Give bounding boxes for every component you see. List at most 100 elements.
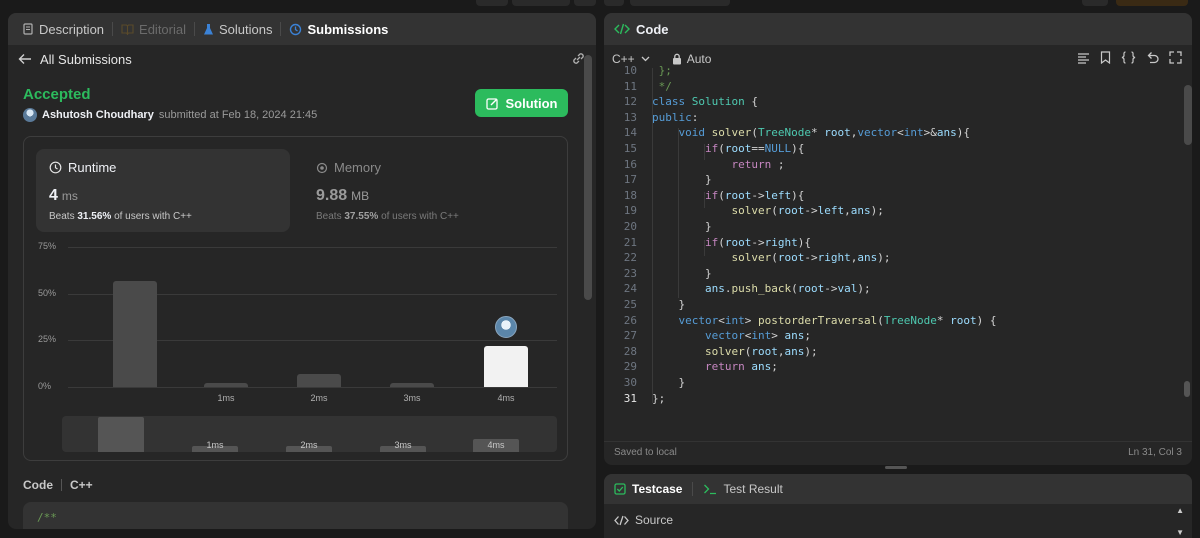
nav-button[interactable] [476, 0, 508, 6]
nav-button[interactable] [630, 0, 730, 6]
code-line[interactable]: 22 solver(root->right,ans); [604, 251, 891, 267]
x-tick-label: 1ms [217, 393, 235, 403]
line-number: 29 [623, 360, 637, 374]
line-number: 20 [623, 220, 637, 233]
code-panel-title: Code [636, 21, 669, 37]
memory-beats: Beats 37.55% of users with C++ [316, 211, 459, 222]
code-line[interactable]: 31}; [604, 392, 666, 408]
panel-resize-handle[interactable] [885, 466, 907, 469]
gutter [637, 329, 652, 345]
tab-testcase[interactable]: Testcase [614, 482, 682, 496]
nav-button[interactable] [1082, 0, 1108, 6]
y-tick-label: 0% [38, 381, 52, 391]
runtime-beats: Beats 31.56% of users with C++ [49, 211, 192, 222]
code-line[interactable]: 25 } [604, 298, 685, 314]
performance-stats: Runtime 4 ms Beats 31.56% of users with C… [23, 136, 568, 461]
chart-bar[interactable] [484, 345, 528, 387]
code-line[interactable]: 20 } [604, 220, 712, 236]
tab-description[interactable]: Description [16, 22, 110, 37]
chart-bar[interactable] [390, 383, 434, 387]
nav-button[interactable] [574, 0, 596, 6]
editor-scrollbar[interactable] [1184, 85, 1192, 145]
code-line[interactable]: 17 } [604, 173, 712, 189]
runtime-value: 4 ms [49, 187, 78, 205]
gutter [637, 220, 652, 236]
tab-test-result[interactable]: Test Result [703, 482, 783, 496]
scroll-down-arrow[interactable]: ▼ [1176, 528, 1184, 537]
gutter [637, 95, 652, 111]
line-number: 25 [623, 298, 637, 311]
braces-icon[interactable] [1121, 51, 1136, 64]
back-arrow-icon[interactable] [18, 53, 32, 65]
memory-value: 9.88 MB [316, 187, 369, 205]
code-line[interactable]: 19 solver(root->left,ans); [604, 204, 884, 220]
cursor-position: Ln 31, Col 3 [1128, 447, 1182, 458]
bookmark-icon[interactable] [1100, 51, 1111, 64]
line-number: 21 [623, 235, 637, 249]
gutter [637, 158, 652, 174]
code-line[interactable]: 30 } [604, 376, 685, 392]
solutions-flask-icon [203, 23, 214, 36]
menu-icon[interactable] [1077, 51, 1090, 64]
code-line[interactable]: 12 class Solution { [604, 95, 758, 111]
code-line[interactable]: 21 if(root->right){ [604, 236, 811, 252]
nav-button[interactable] [604, 0, 624, 6]
code-line[interactable]: 28 solver(root,ans); [604, 345, 818, 361]
gutter [637, 204, 652, 220]
all-submissions-link[interactable]: All Submissions [40, 52, 132, 67]
tab-solutions[interactable]: Solutions [197, 22, 278, 37]
code-text: vector<int> postorderTraversal(TreeNode*… [678, 313, 997, 327]
code-text: return ; [731, 157, 785, 171]
indent-guide [704, 144, 705, 160]
code-editor[interactable]: 10 }; 11 */12 class Solution {13 public: 14 … [604, 64, 1192, 433]
clock-icon [49, 161, 62, 174]
runtime-card[interactable]: Runtime 4 ms Beats 31.56% of users with C… [36, 149, 290, 232]
memory-card[interactable]: Memory 9.88 MB Beats 37.55% of users with… [303, 149, 557, 232]
solution-button[interactable]: Solution [475, 89, 568, 117]
tab-testcase-label: Testcase [632, 482, 683, 496]
code-line[interactable]: 29 return ans; [604, 360, 778, 376]
top-nav-strip [0, 0, 1200, 12]
line-number: 12 [623, 95, 637, 109]
indent-guide [652, 68, 653, 403]
avatar[interactable] [23, 108, 37, 122]
tab-label: Description [39, 21, 105, 37]
code-line[interactable]: 26 vector<int> postorderTraversal(TreeNo… [604, 313, 997, 330]
description-icon [22, 23, 34, 35]
expand-icon[interactable] [1169, 51, 1182, 64]
code-text: vector<int> ans; [704, 329, 811, 343]
line-number: 13 [623, 110, 637, 124]
code-line[interactable]: 11 */ [604, 80, 672, 96]
chart-bar[interactable] [204, 383, 248, 387]
code-line[interactable]: 23 } [604, 267, 712, 283]
code-text: } [652, 173, 712, 187]
chart-range-selector[interactable]: 1ms 2ms 3ms 4ms [62, 416, 557, 452]
code-line[interactable]: 24 ans.push_back(root->val); [604, 282, 871, 298]
tab-submissions[interactable]: Submissions [283, 22, 394, 37]
code-text: if(root->left){ [704, 188, 805, 202]
auto-mode[interactable]: Auto [672, 52, 711, 66]
scroll-up-arrow[interactable]: ▲ [1176, 506, 1184, 515]
username-link[interactable]: Ashutosh Choudhary [42, 109, 154, 121]
submitted-time: submitted at Feb 18, 2024 21:45 [158, 109, 318, 121]
source-toggle[interactable]: Source [614, 513, 673, 527]
code-panel-header: Code [604, 13, 1192, 45]
runtime-number: 4 [49, 187, 58, 204]
premium-button[interactable] [1116, 0, 1188, 6]
code-line[interactable]: 27 vector<int> ans; [604, 329, 811, 345]
tab-label: Solutions [219, 21, 273, 37]
code-text: */ [652, 79, 672, 93]
code-line[interactable]: 16 return ; [604, 157, 785, 174]
tab-editorial[interactable]: Editorial [115, 22, 192, 37]
code-line[interactable]: 14 void solver(TreeNode* root,vector<int… [604, 126, 970, 142]
line-number: 30 [623, 376, 637, 389]
chart-bar[interactable] [297, 373, 341, 387]
line-number: 15 [623, 142, 637, 155]
editor-scrollbar-small[interactable] [1184, 381, 1190, 397]
left-scrollbar[interactable] [584, 55, 592, 525]
scrollbar-thumb[interactable] [584, 55, 592, 300]
undo-icon[interactable] [1146, 51, 1159, 64]
code-line[interactable]: 10 }; [604, 64, 672, 80]
nav-button[interactable] [512, 0, 570, 6]
chart-bar[interactable] [113, 280, 157, 387]
